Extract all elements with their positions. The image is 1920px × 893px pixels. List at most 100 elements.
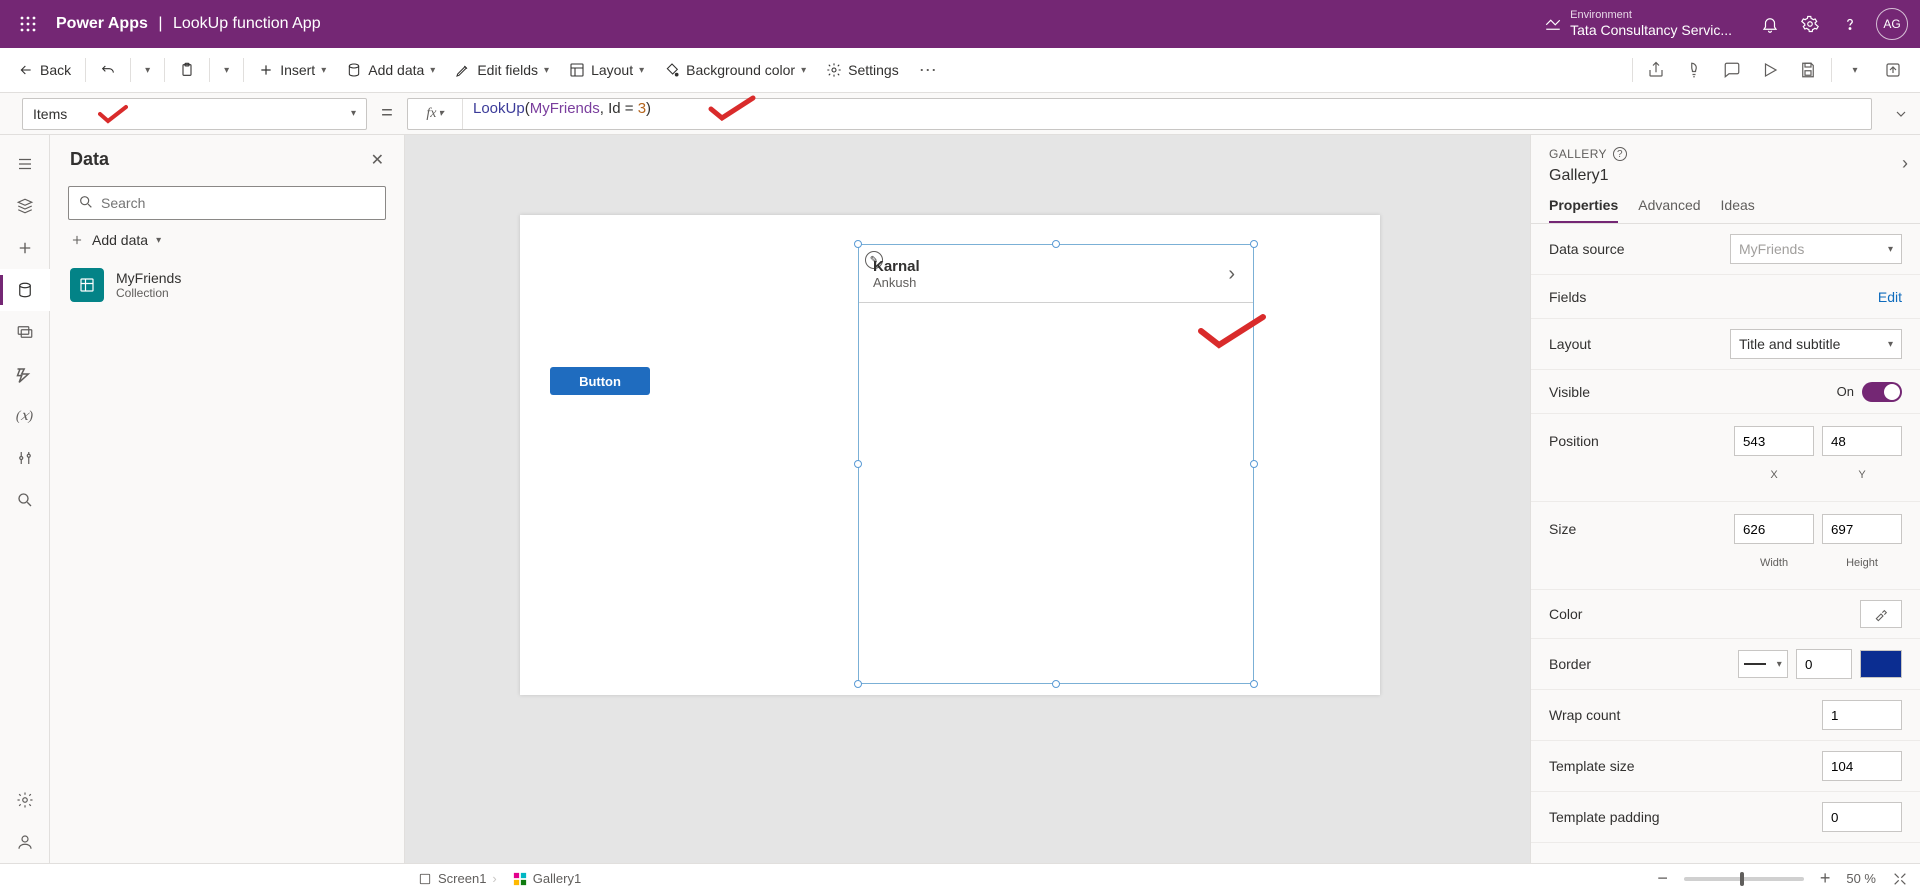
rail-media-icon[interactable] [0,311,50,353]
back-arrow-icon [18,62,34,78]
tab-advanced[interactable]: Advanced [1638,197,1700,223]
header-title: Power Apps | LookUp function App [56,15,321,33]
prop-border-value[interactable] [1796,649,1852,679]
layout-button[interactable]: Layout ▾ [559,48,654,92]
zoom-slider[interactable] [1684,877,1804,881]
visible-toggle[interactable] [1862,382,1902,402]
tab-properties[interactable]: Properties [1549,197,1618,223]
add-data-link-label: Add data [92,232,148,248]
prop-x-label: X [1770,469,1777,481]
prop-fields-edit[interactable]: Edit [1878,289,1902,305]
bucket-icon [664,62,680,78]
prop-size-label: Size [1549,521,1726,537]
prop-wrapcount-value[interactable] [1822,700,1902,730]
add-data-link[interactable]: Add data ▾ [50,228,404,258]
chevron-down-icon: ▾ [351,108,356,119]
rail-ask-icon[interactable] [0,821,50,863]
zoom-in-icon[interactable]: + [1820,868,1831,889]
rail-flow-icon[interactable] [0,353,50,395]
gallery-control[interactable]: ✎ Karnal Ankush › [858,244,1254,684]
environment-picker[interactable]: Environment Tata Consultancy Servic... [1544,9,1732,39]
resize-handle[interactable] [854,240,862,248]
paste-button[interactable] [169,48,205,92]
border-style-picker[interactable]: ▾ [1738,650,1788,678]
fx-button[interactable]: fx▾ [408,99,463,129]
prop-templatesize-value[interactable] [1822,751,1902,781]
equals-sign: = [367,102,407,125]
fit-screen-icon[interactable] [1892,871,1908,887]
chevron-right-icon[interactable]: › [1228,263,1235,286]
user-avatar[interactable]: AG [1876,8,1908,40]
collection-icon [70,268,104,302]
app-launcher-icon[interactable] [12,8,44,40]
screen-icon [418,872,432,886]
zoom-out-icon[interactable]: − [1657,868,1668,889]
border-color-swatch[interactable] [1860,650,1902,678]
save-icon[interactable] [1789,50,1827,90]
prop-pos-y[interactable] [1822,426,1902,456]
back-label: Back [40,62,71,78]
environment-icon [1544,15,1562,33]
breadcrumb-screen[interactable]: Screen1 › [418,871,497,886]
insert-button[interactable]: Insert ▾ [248,48,336,92]
rail-settings-icon[interactable] [0,779,50,821]
rail-insert-icon[interactable] [0,227,50,269]
paste-dropdown[interactable]: ▾ [214,48,239,92]
tab-ideas[interactable]: Ideas [1721,197,1755,223]
rail-tools-icon[interactable] [0,437,50,479]
prop-templatepadding-value[interactable] [1822,802,1902,832]
more-actions-icon[interactable]: ⋯ [909,48,947,92]
color-magic-icon[interactable] [1860,600,1902,628]
zoom-value: 50 % [1846,871,1876,886]
resize-handle[interactable] [1250,240,1258,248]
bgcolor-label: Background color [686,62,795,78]
formula-expand-icon[interactable] [1882,95,1920,133]
canvas-button[interactable]: Button [550,367,650,395]
undo-button[interactable] [90,48,126,92]
prop-width[interactable] [1734,514,1814,544]
play-icon[interactable] [1751,50,1789,90]
rail-hamburger-icon[interactable] [0,143,50,185]
rail-tree-icon[interactable] [0,185,50,227]
design-canvas[interactable]: Button ✎ Karnal Ankush › [405,135,1530,863]
resize-handle[interactable] [1250,680,1258,688]
prop-datasource-value[interactable]: MyFriends▾ [1730,234,1902,264]
close-icon[interactable]: ✕ [371,150,384,170]
prop-height[interactable] [1822,514,1902,544]
info-icon[interactable]: ? [1613,147,1627,161]
settings-gear-icon[interactable] [1790,4,1830,44]
prop-pos-x[interactable] [1734,426,1814,456]
red-check-annotation [1197,313,1267,349]
rail-data-icon[interactable] [0,269,50,311]
resize-handle[interactable] [1250,460,1258,468]
comment-icon[interactable] [1713,50,1751,90]
formula-input[interactable]: LookUp(MyFriends, Id = 3) [463,99,1871,129]
checker-icon[interactable] [1675,50,1713,90]
chevron-right-icon[interactable]: › [1902,153,1908,174]
save-dropdown[interactable]: ▾ [1836,50,1874,90]
data-search-input[interactable] [68,186,386,220]
resize-handle[interactable] [1052,680,1060,688]
share-icon[interactable] [1637,50,1675,90]
undo-dropdown[interactable]: ▾ [135,48,160,92]
resize-handle[interactable] [1052,240,1060,248]
settings-button[interactable]: Settings [816,48,909,92]
back-button[interactable]: Back [8,48,81,92]
prop-layout-value[interactable]: Title and subtitle▾ [1730,329,1902,359]
help-icon[interactable] [1830,4,1870,44]
rail-variables-icon[interactable]: (𝑥) [0,395,50,437]
edit-fields-button[interactable]: Edit fields ▾ [445,48,559,92]
resize-handle[interactable] [854,680,862,688]
app-screen[interactable]: Button ✎ Karnal Ankush › [520,215,1380,695]
add-data-button[interactable]: Add data ▾ [336,48,445,92]
prop-height-label: Height [1846,557,1878,569]
bgcolor-button[interactable]: Background color ▾ [654,48,816,92]
data-source-item[interactable]: MyFriends Collection [50,258,404,312]
resize-handle[interactable] [854,460,862,468]
publish-icon[interactable] [1874,50,1912,90]
breadcrumb-gallery[interactable]: Gallery1 [513,871,581,886]
property-selector[interactable]: Items ▾ [22,98,367,130]
notifications-icon[interactable] [1750,4,1790,44]
rail-search-icon[interactable] [0,479,50,521]
gallery-row[interactable]: Karnal Ankush › [859,245,1253,303]
